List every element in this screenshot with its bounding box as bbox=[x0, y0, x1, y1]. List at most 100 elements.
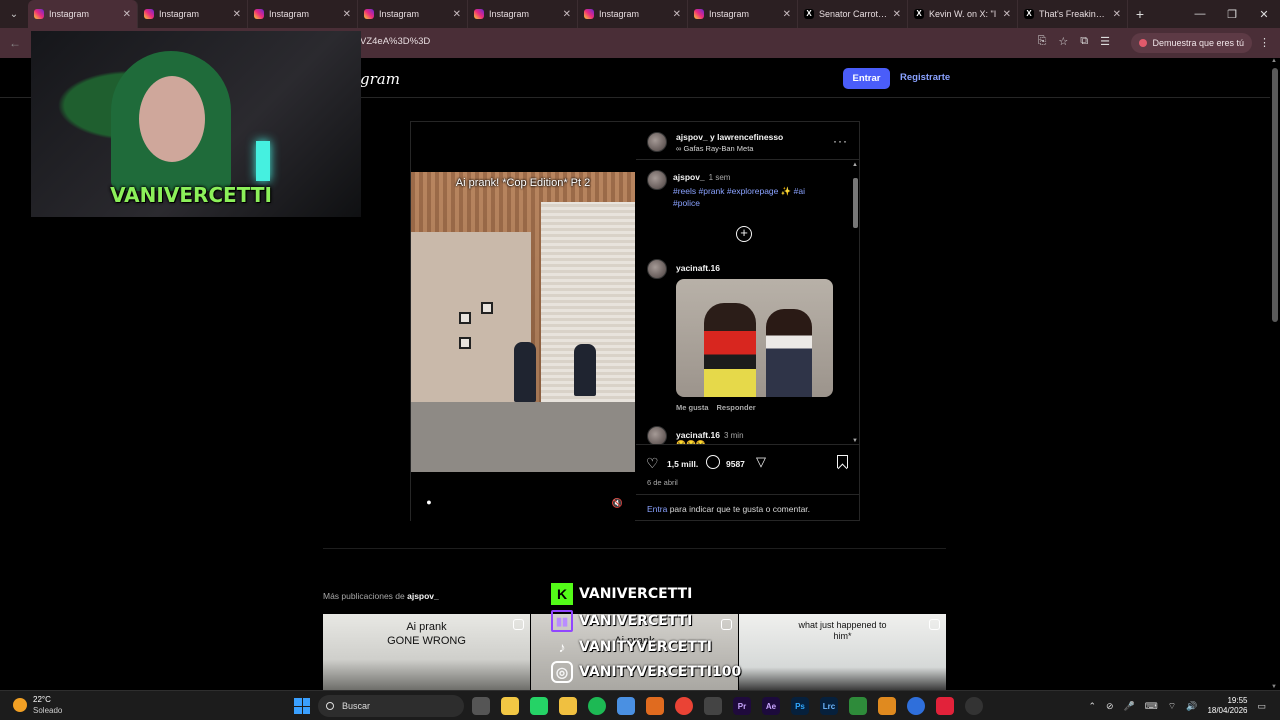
comments-scroll-thumb[interactable] bbox=[853, 178, 858, 228]
obs-record-icon[interactable] bbox=[936, 697, 954, 715]
page-scrollbar[interactable]: ▲ ▼ bbox=[1271, 58, 1278, 690]
new-tab-button[interactable]: + bbox=[1128, 6, 1152, 22]
premiere-icon[interactable]: Pr bbox=[733, 697, 751, 715]
avatar[interactable] bbox=[647, 259, 667, 279]
avatar[interactable] bbox=[647, 132, 667, 152]
tab-8[interactable]: X Senator Carrot (R ✕ bbox=[798, 0, 908, 28]
instagram-logo[interactable]: gram bbox=[360, 70, 400, 88]
avatar[interactable] bbox=[647, 170, 667, 190]
chrome-profile-icon[interactable] bbox=[907, 697, 925, 715]
store-icon[interactable] bbox=[501, 697, 519, 715]
heart-icon[interactable]: ♡ bbox=[646, 455, 659, 472]
caption-user[interactable]: ajspov_ 1 sem bbox=[673, 172, 730, 182]
reading-list-icon[interactable]: ☰ bbox=[1100, 35, 1110, 48]
notes-icon[interactable] bbox=[849, 697, 867, 715]
more-options-icon[interactable]: ··· bbox=[833, 134, 848, 148]
volume-icon[interactable]: 🔊 bbox=[1186, 701, 1197, 712]
close-window-icon[interactable]: ✕ bbox=[1248, 8, 1280, 21]
more-posts-user[interactable]: ajspov_ bbox=[407, 591, 439, 601]
comment-like-button[interactable]: Me gusta bbox=[676, 403, 709, 412]
comment-user[interactable]: yacinaft.16 bbox=[676, 263, 720, 273]
close-icon[interactable]: ✕ bbox=[233, 9, 241, 20]
bookmark-star-icon[interactable]: ☆ bbox=[1058, 35, 1068, 48]
photoshop-icon[interactable]: Ps bbox=[791, 697, 809, 715]
sun-icon[interactable] bbox=[13, 698, 27, 712]
more-post-thumb[interactable]: what just happened to him* bbox=[739, 614, 946, 690]
tab-1[interactable]: Instagram ✕ bbox=[28, 0, 138, 28]
tab-4[interactable]: Instagram ✕ bbox=[358, 0, 468, 28]
more-post-thumb[interactable]: Ai prank GONE WRONG bbox=[323, 614, 530, 690]
spotify-icon[interactable] bbox=[588, 697, 606, 715]
tab-7[interactable]: Instagram ✕ bbox=[688, 0, 798, 28]
notepad-icon[interactable] bbox=[617, 697, 635, 715]
tab-6[interactable]: Instagram ✕ bbox=[578, 0, 688, 28]
close-icon[interactable]: ✕ bbox=[893, 9, 901, 20]
close-icon[interactable]: ✕ bbox=[563, 9, 571, 20]
verify-identity-button[interactable]: Demuestra que eres tú bbox=[1131, 33, 1252, 53]
whatsapp-icon[interactable] bbox=[530, 697, 548, 715]
mute-icon[interactable]: 🔇 bbox=[612, 498, 623, 509]
tab-9[interactable]: X Kevin W. on X: "I ✕ bbox=[908, 0, 1018, 28]
lightroom-icon[interactable]: Lrc bbox=[820, 697, 838, 715]
avatar[interactable] bbox=[647, 426, 667, 444]
chrome-icon[interactable] bbox=[675, 697, 693, 715]
after-effects-icon[interactable]: Ae bbox=[762, 697, 780, 715]
scroll-up-icon[interactable]: ▲ bbox=[852, 162, 858, 168]
tab-search-icon[interactable]: ⌄ bbox=[0, 0, 28, 28]
tab-5[interactable]: Instagram ✕ bbox=[468, 0, 578, 28]
brave-icon[interactable] bbox=[646, 697, 664, 715]
keyboard-icon[interactable]: ⌨ bbox=[1145, 701, 1158, 712]
comment-user[interactable]: yacinaft.16 3 min bbox=[676, 430, 744, 440]
caption-hashtags[interactable]: #reels #prank #explorepage ✨ #ai #police bbox=[673, 185, 833, 209]
comment-reply-button[interactable]: Responder bbox=[717, 403, 756, 412]
weather-description[interactable]: Soleado bbox=[33, 706, 62, 715]
caption-username[interactable]: ajspov_ bbox=[673, 172, 705, 182]
comments-scrollbar[interactable]: ▲ ▼ bbox=[852, 162, 858, 444]
share-icon[interactable]: ▽ bbox=[756, 454, 766, 470]
load-more-comments-icon[interactable]: + bbox=[736, 226, 752, 242]
microphone-icon[interactable]: 🎤 bbox=[1124, 701, 1135, 712]
tab-2[interactable]: Instagram ✕ bbox=[138, 0, 248, 28]
reel-video[interactable]: Ai prank! *Cop Edition* Pt 2 ● 🔇 bbox=[411, 122, 635, 521]
browser-menu-icon[interactable]: ⋮ bbox=[1259, 36, 1270, 49]
extensions-icon[interactable]: ⧉ bbox=[1080, 35, 1088, 48]
close-icon[interactable]: ✕ bbox=[1113, 9, 1121, 20]
close-icon[interactable]: ✕ bbox=[123, 9, 131, 20]
windows-start-icon[interactable] bbox=[294, 698, 310, 714]
login-button[interactable]: Entrar bbox=[843, 68, 890, 89]
device-name: Gafas Ray-Ban Meta bbox=[683, 144, 754, 153]
clock[interactable]: 19:55 18/04/2026 bbox=[1207, 696, 1247, 716]
login-link[interactable]: Entra bbox=[647, 504, 667, 514]
comment-icon[interactable] bbox=[706, 455, 720, 469]
close-icon[interactable]: ✕ bbox=[453, 9, 461, 20]
weather-temperature[interactable]: 22°C bbox=[33, 695, 51, 704]
wifi-icon[interactable]: ⌔ bbox=[1168, 701, 1176, 712]
close-icon[interactable]: ✕ bbox=[673, 9, 681, 20]
minimize-icon[interactable]: — bbox=[1184, 8, 1216, 21]
file-explorer-icon[interactable] bbox=[559, 697, 577, 715]
install-app-icon[interactable]: ⎘ bbox=[1038, 35, 1047, 48]
tab-3[interactable]: Instagram ✕ bbox=[248, 0, 358, 28]
taskbar-search[interactable]: Buscar bbox=[318, 695, 464, 717]
close-icon[interactable]: ✕ bbox=[783, 9, 791, 20]
obs-icon[interactable] bbox=[965, 697, 983, 715]
scroll-up-icon[interactable]: ▲ bbox=[1271, 58, 1277, 64]
back-icon[interactable]: ← bbox=[0, 36, 30, 50]
maximize-icon[interactable]: ❐ bbox=[1216, 8, 1248, 21]
firefox-icon[interactable] bbox=[878, 697, 896, 715]
network-off-icon[interactable]: ⊘ bbox=[1106, 701, 1114, 712]
tagged-user-icon[interactable]: ● bbox=[423, 497, 435, 509]
post-authors[interactable]: ajspov_ y lawrencefinesso bbox=[676, 132, 783, 142]
close-icon[interactable]: ✕ bbox=[343, 9, 351, 20]
close-icon[interactable]: ✕ bbox=[1003, 9, 1011, 20]
capture-icon[interactable] bbox=[704, 697, 722, 715]
comment-username[interactable]: yacinaft.16 bbox=[676, 430, 720, 440]
chevron-up-icon[interactable]: ⌃ bbox=[1088, 701, 1096, 712]
tab-10[interactable]: X That's Freaking A ✕ bbox=[1018, 0, 1128, 28]
scroll-thumb[interactable] bbox=[1272, 68, 1278, 322]
url-field[interactable]: VZ4eA%3D%3D bbox=[360, 36, 430, 47]
signup-link[interactable]: Registrarte bbox=[900, 72, 950, 83]
notification-icon[interactable]: ▭ bbox=[1257, 701, 1266, 712]
task-view-icon[interactable] bbox=[472, 697, 490, 715]
bookmark-icon[interactable] bbox=[837, 455, 848, 468]
